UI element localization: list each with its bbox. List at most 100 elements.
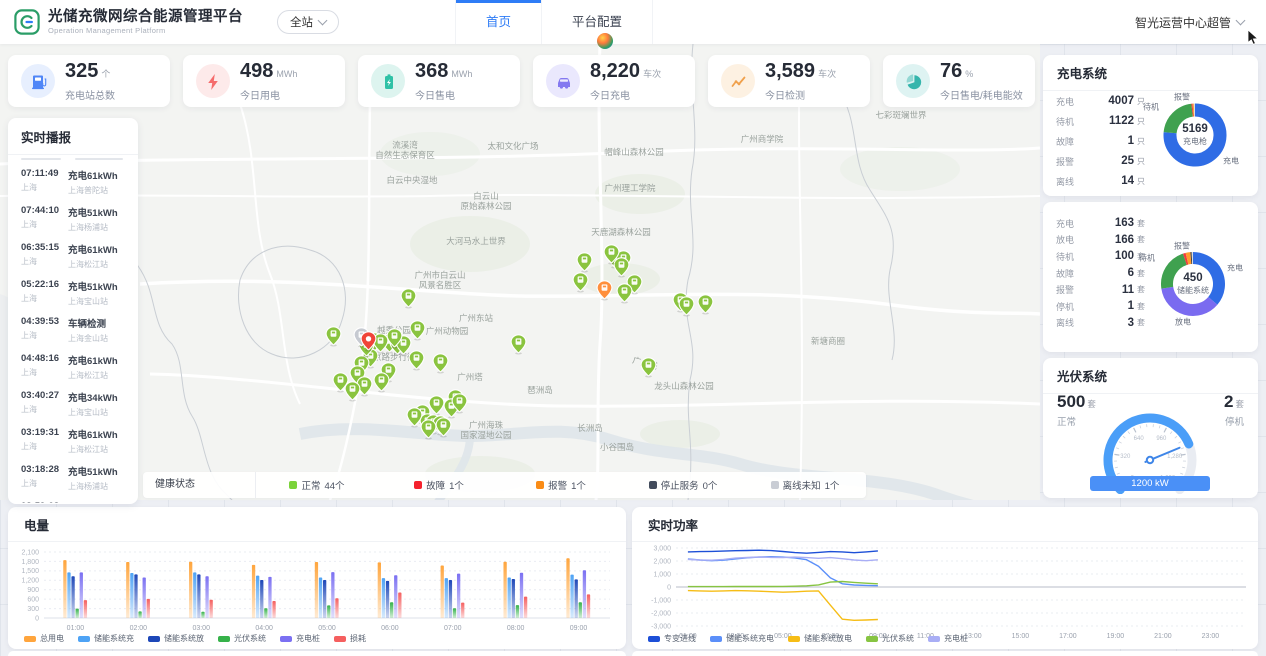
svg-text:07:00: 07:00 <box>444 625 462 632</box>
station-marker-normal[interactable] <box>640 357 657 383</box>
broadcast-city: 上海 <box>21 219 68 230</box>
station-marker-normal[interactable] <box>603 244 620 270</box>
legend-item[interactable]: 充电桩 <box>280 633 320 644</box>
svg-text:600: 600 <box>27 597 39 604</box>
station-marker-normal[interactable] <box>432 353 449 379</box>
broadcast-event-col: 车辆检测上海静安站 <box>68 501 125 503</box>
station-marker-normal[interactable] <box>435 417 452 443</box>
legend-item[interactable]: 储能系统充 <box>78 633 134 644</box>
legend-item[interactable]: 光伏系统 <box>866 633 914 644</box>
broadcast-time: 03:19:31 <box>21 427 68 438</box>
kpi-unit: % <box>965 69 973 79</box>
stat-value: 100 <box>1084 250 1134 262</box>
station-marker-fault[interactable] <box>360 331 377 357</box>
legend-item[interactable]: 充电桩 <box>928 633 968 644</box>
broadcast-event-col: 充电61kWh上海松江站 <box>68 242 125 270</box>
kpi-unit: 车次 <box>818 69 836 79</box>
stat-row: 报警25只 <box>1056 151 1151 171</box>
svg-text:1,800: 1,800 <box>21 559 39 566</box>
legend-swatch <box>218 636 230 642</box>
broadcast-time-col: 04:39:53上海 <box>21 316 68 344</box>
kpi-unit: 个 <box>101 69 110 79</box>
kpi-body: 498MWh今日用电 <box>240 61 297 102</box>
broadcast-list: 07:11:49上海充电61kWh上海普陀站07:44:10上海充电51kWh上… <box>8 155 138 503</box>
energy-bar-chart: 03006009001,2001,5001,8002,10001:0002:00… <box>8 542 626 638</box>
tab-home[interactable]: 首页 <box>455 0 541 44</box>
broadcast-event-col: 充电61kWh上海普陀站 <box>68 168 125 196</box>
health-name: 正常 <box>301 478 320 492</box>
legend-item[interactable]: 储能系统放电 <box>788 633 852 644</box>
legend-item[interactable]: 储能系统充电 <box>710 633 774 644</box>
clipped-text <box>75 158 123 160</box>
health-name: 停止服务 <box>661 478 699 492</box>
svg-text:-2,000: -2,000 <box>651 610 671 617</box>
car-charging-icon <box>546 64 580 98</box>
health-name: 报警 <box>548 478 567 492</box>
station-marker-normal[interactable] <box>373 372 390 398</box>
legend-item[interactable]: 总用电 <box>24 633 64 644</box>
svg-text:19:00: 19:00 <box>1107 633 1125 638</box>
svg-text:1,000: 1,000 <box>653 571 671 578</box>
broadcast-city: 上海 <box>21 478 68 489</box>
list-item: 06:35:15 上海充电61kWh上海松江站 <box>21 237 125 274</box>
user-menu-label: 智光运营中心超管 <box>1135 14 1231 31</box>
svg-text:1,500: 1,500 <box>21 568 39 575</box>
station-marker-normal[interactable] <box>325 326 342 352</box>
stat-row: 待机100套 <box>1056 248 1151 265</box>
svg-text:1,280: 1,280 <box>1167 454 1183 460</box>
app-subtitle: Operation Management Platform <box>48 26 243 35</box>
legend-item[interactable]: 光伏系统 <box>218 633 266 644</box>
stat-value: 163 <box>1084 217 1134 229</box>
kpi-card-4: 8,220车次今日充电 <box>533 55 695 107</box>
station-map[interactable]: 流溪湾 自然生态保育区白云中央湿地太和文化广场白云山 原始森林公园大河马水上世界… <box>0 44 1040 500</box>
station-marker-normal[interactable] <box>572 272 589 298</box>
station-marker-normal[interactable] <box>386 328 403 354</box>
station-marker-normal[interactable] <box>451 393 468 419</box>
colorful-ball-icon <box>597 33 613 49</box>
station-selector[interactable]: 全站 <box>277 10 339 34</box>
clipped-text <box>21 158 61 160</box>
list-item: 07:44:10上海充电51kWh上海杨浦站 <box>21 200 125 237</box>
legend-label: 专变进线 <box>664 633 696 644</box>
broadcast-time-col: 04:48:16 上海 <box>21 353 68 381</box>
broadcast-station: 上海松江站 <box>68 444 125 455</box>
legend-item[interactable]: 储能系统放 <box>148 633 204 644</box>
station-marker-normal[interactable] <box>400 288 417 314</box>
stat-label: 离线 <box>1056 175 1084 188</box>
svg-text:3,000: 3,000 <box>653 545 671 552</box>
station-marker-normal[interactable] <box>616 283 633 309</box>
station-marker-alarm[interactable] <box>596 280 613 306</box>
station-marker-normal[interactable] <box>408 350 425 376</box>
legend-item[interactable]: 专变进线 <box>648 633 696 644</box>
kpi-value: 76% <box>940 61 1023 84</box>
station-marker-normal[interactable] <box>406 407 423 433</box>
broadcast-event-col: 充电51kWh上海杨浦站 <box>68 205 125 233</box>
broadcast-station: 上海杨浦站 <box>68 222 125 233</box>
legend-swatch <box>334 636 346 642</box>
broadcast-time: 04:39:53 <box>21 316 68 327</box>
broadcast-city: 上海 <box>21 293 68 304</box>
station-marker-normal[interactable] <box>510 334 527 360</box>
health-name: 离线未知 <box>783 478 821 492</box>
stat-value: 4007 <box>1084 95 1134 107</box>
list-item: 05:22:16上海充电51kWh上海宝山站 <box>21 274 125 311</box>
stat-row: 充电4007只 <box>1056 91 1151 111</box>
list-item: 03:19:31上海充电61kWh上海松江站 <box>21 422 125 459</box>
broadcast-time: 06:35:15 <box>21 242 68 253</box>
station-marker-normal[interactable] <box>678 296 695 322</box>
broadcast-city: 上海 <box>21 256 68 267</box>
broadcast-city: 上海 <box>21 367 68 378</box>
legend-label: 总用电 <box>40 633 64 644</box>
station-marker-normal[interactable] <box>344 381 361 407</box>
broadcast-time-col: 06:35:15 上海 <box>21 242 68 270</box>
station-marker-normal[interactable] <box>697 294 714 320</box>
app-title: 光储充微网综合能源管理平台 <box>48 9 243 25</box>
broadcast-time-col: 03:19:31上海 <box>21 427 68 455</box>
legend-item[interactable]: 损耗 <box>334 633 366 644</box>
broadcast-time: 05:22:16 <box>21 279 68 290</box>
status-dot <box>289 481 297 489</box>
user-menu[interactable]: 智光运营中心超管 <box>1135 14 1244 31</box>
legend-label: 充电桩 <box>944 633 968 644</box>
broadcast-time: 04:48:16 <box>21 353 68 364</box>
pv-system-panel: 光伏系统 500套 正常 2套 停机 03206409601,2801,600 … <box>1043 358 1258 498</box>
